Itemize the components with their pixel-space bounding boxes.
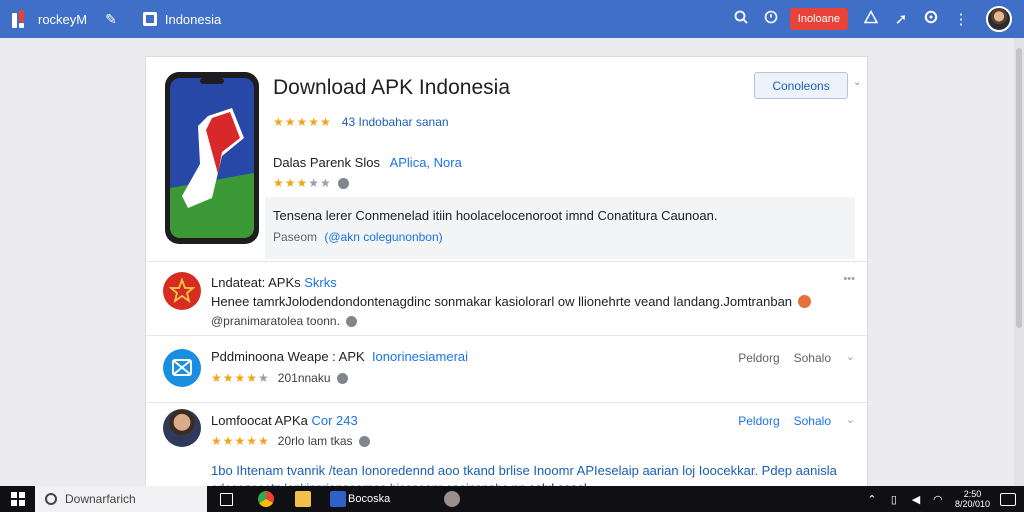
app-taskbar-icon[interactable] — [330, 491, 346, 507]
send-icon[interactable]: ➚ — [886, 10, 916, 28]
divider — [146, 402, 867, 403]
info-icon[interactable] — [337, 177, 349, 189]
app-title: Download APK Indonesia — [273, 76, 510, 99]
more-icon[interactable]: ••• — [843, 273, 855, 285]
rating-stars: ★★★★★ — [273, 115, 332, 129]
item-tag[interactable]: Cor 243 — [311, 413, 357, 428]
user-taskbar-icon[interactable] — [444, 491, 460, 507]
action-peldorg[interactable]: Peldorg — [738, 414, 779, 428]
browser-icon[interactable] — [258, 491, 274, 507]
taskbar: Downarfarich Bocoska ⌃ ▯ ◀ ◠ 2:50 8/20/0… — [0, 486, 1024, 512]
app-logo-icon[interactable] — [10, 8, 32, 30]
secondary-rating-row: ★★★★★ — [273, 176, 349, 190]
tab-icon — [142, 12, 157, 26]
edit-icon[interactable]: ✎ — [105, 11, 117, 28]
user-avatar[interactable] — [986, 6, 1012, 32]
action-sohalo[interactable]: Sohalo — [794, 351, 831, 365]
description-link[interactable]: (@akn colegunonbon) — [324, 230, 442, 244]
description-box: Tensena lerer Conmenelad itiin hoolacelo… — [265, 197, 855, 259]
network-icon[interactable]: ▯ — [883, 493, 905, 506]
item-title: Lndateat: APKs Skrks — [211, 275, 337, 290]
clock-icon[interactable] — [756, 10, 786, 28]
volume-icon[interactable]: ◀ — [905, 493, 927, 506]
folder-icon[interactable] — [295, 491, 311, 507]
description-text: Tensena lerer Conmenelad itiin hoolacelo… — [273, 208, 718, 223]
item-subtitle: @pranimaratolea toonn. — [211, 314, 357, 328]
top-bar: rockeyM ✎ Indonesia Inoloane ➚ ⋮ — [0, 0, 1024, 38]
reviews-link[interactable]: 43 Indobahar sanan — [342, 115, 449, 129]
windows-start-icon[interactable] — [11, 492, 25, 506]
install-button[interactable]: Conoleons — [754, 72, 848, 99]
secondary-rating-stars: ★★★★★ — [273, 176, 332, 190]
action-button-label: Inoloane — [797, 13, 840, 25]
search-placeholder: Downarfarich — [65, 492, 136, 506]
status-dot-icon — [798, 295, 812, 308]
app-detail-card: Download APK Indonesia ★★★★★ 43 Indobaha… — [145, 56, 868, 495]
more-vertical-icon[interactable]: ⋮ — [946, 10, 976, 28]
divider — [146, 335, 867, 336]
item-title: Pddminoona Weape : APK Ionorinesiamerai — [211, 349, 469, 364]
list-item[interactable]: Pddminoona Weape : APK Ionorinesiamerai … — [146, 341, 867, 399]
install-button-label: Conoleons — [772, 78, 830, 93]
app-hero-image — [165, 72, 259, 244]
search-icon[interactable] — [726, 10, 756, 28]
chevron-up-icon[interactable]: ⌃ — [861, 493, 883, 506]
wifi-icon[interactable]: ◠ — [927, 493, 949, 506]
item-description: 1bo Ihtenam tvanrik /tean Ionoredennd ao… — [211, 463, 837, 478]
app-meta-row: Dalas Parenk Slos APlica, Nora — [273, 155, 462, 170]
mail-icon — [163, 349, 201, 387]
rating-stars: ★★★★★ — [211, 371, 270, 385]
developer-name[interactable]: Dalas Parenk Slos — [273, 155, 380, 170]
taskbar-app-label[interactable]: Bocoska — [348, 493, 390, 505]
item-actions: Peldorg Sohalo — [738, 351, 831, 365]
chevron-down-icon[interactable]: ⌄ — [853, 77, 861, 88]
gear-icon[interactable] — [916, 10, 946, 28]
info-icon[interactable] — [345, 315, 357, 327]
action-peldorg[interactable]: Peldorg — [738, 351, 779, 365]
system-tray: ⌃ ▯ ◀ ◠ 2:50 8/20/010 — [861, 486, 1016, 512]
divider — [146, 261, 867, 262]
chevron-down-icon[interactable]: ⌄ — [846, 350, 855, 363]
clock[interactable]: 2:50 8/20/010 — [955, 489, 990, 509]
info-icon[interactable] — [336, 372, 348, 384]
list-item[interactable]: Lndateat: APKs Skrks Henee tamrkJolodend… — [146, 269, 867, 333]
task-view-icon[interactable] — [220, 493, 233, 506]
item-description: Henee tamrkJolodendondontenagdinc sonmak… — [211, 294, 812, 309]
app-rating-row: ★★★★★ 43 Indobahar sanan — [273, 115, 449, 129]
star-badge-icon — [163, 272, 201, 310]
brand-name[interactable]: rockeyM — [38, 12, 87, 27]
scrollbar[interactable] — [1014, 38, 1024, 488]
item-title: Lomfoocat APKa Cor 243 — [211, 413, 358, 428]
notification-icon[interactable] — [1000, 492, 1016, 506]
description-prefix: Paseom — [273, 230, 318, 244]
category-link[interactable]: APlica, Nora — [390, 155, 462, 170]
tab-indonesia[interactable]: Indonesia — [142, 11, 222, 27]
warning-icon[interactable] — [856, 9, 886, 28]
clock-time: 2:50 — [963, 489, 982, 499]
item-rating-row: ★★★★★ 201nnaku — [211, 371, 348, 385]
taskbar-search-input[interactable]: Downarfarich — [35, 486, 207, 512]
item-tag[interactable]: Ionorinesiamerai — [372, 349, 468, 364]
item-tag[interactable]: Skrks — [304, 275, 337, 290]
tab-label: Indonesia — [164, 11, 222, 27]
info-icon[interactable] — [358, 435, 370, 447]
clock-date: 8/20/010 — [954, 499, 990, 509]
list-item[interactable]: Lomfoocat APKa Cor 243 ★★★★★ 20rlo lam tk… — [146, 407, 867, 495]
search-icon — [45, 493, 57, 505]
rating-stars: ★★★★★ — [211, 434, 270, 448]
app-icon-artwork — [170, 78, 254, 238]
action-sohalo[interactable]: Sohalo — [794, 414, 831, 428]
item-rating-row: ★★★★★ 20rlo lam tkas — [211, 434, 370, 448]
item-actions: Peldorg Sohalo — [738, 414, 831, 428]
action-button[interactable]: Inoloane — [789, 8, 848, 30]
author-avatar — [163, 409, 201, 447]
scroll-thumb[interactable] — [1016, 48, 1022, 328]
chevron-down-icon[interactable]: ⌄ — [846, 413, 855, 426]
